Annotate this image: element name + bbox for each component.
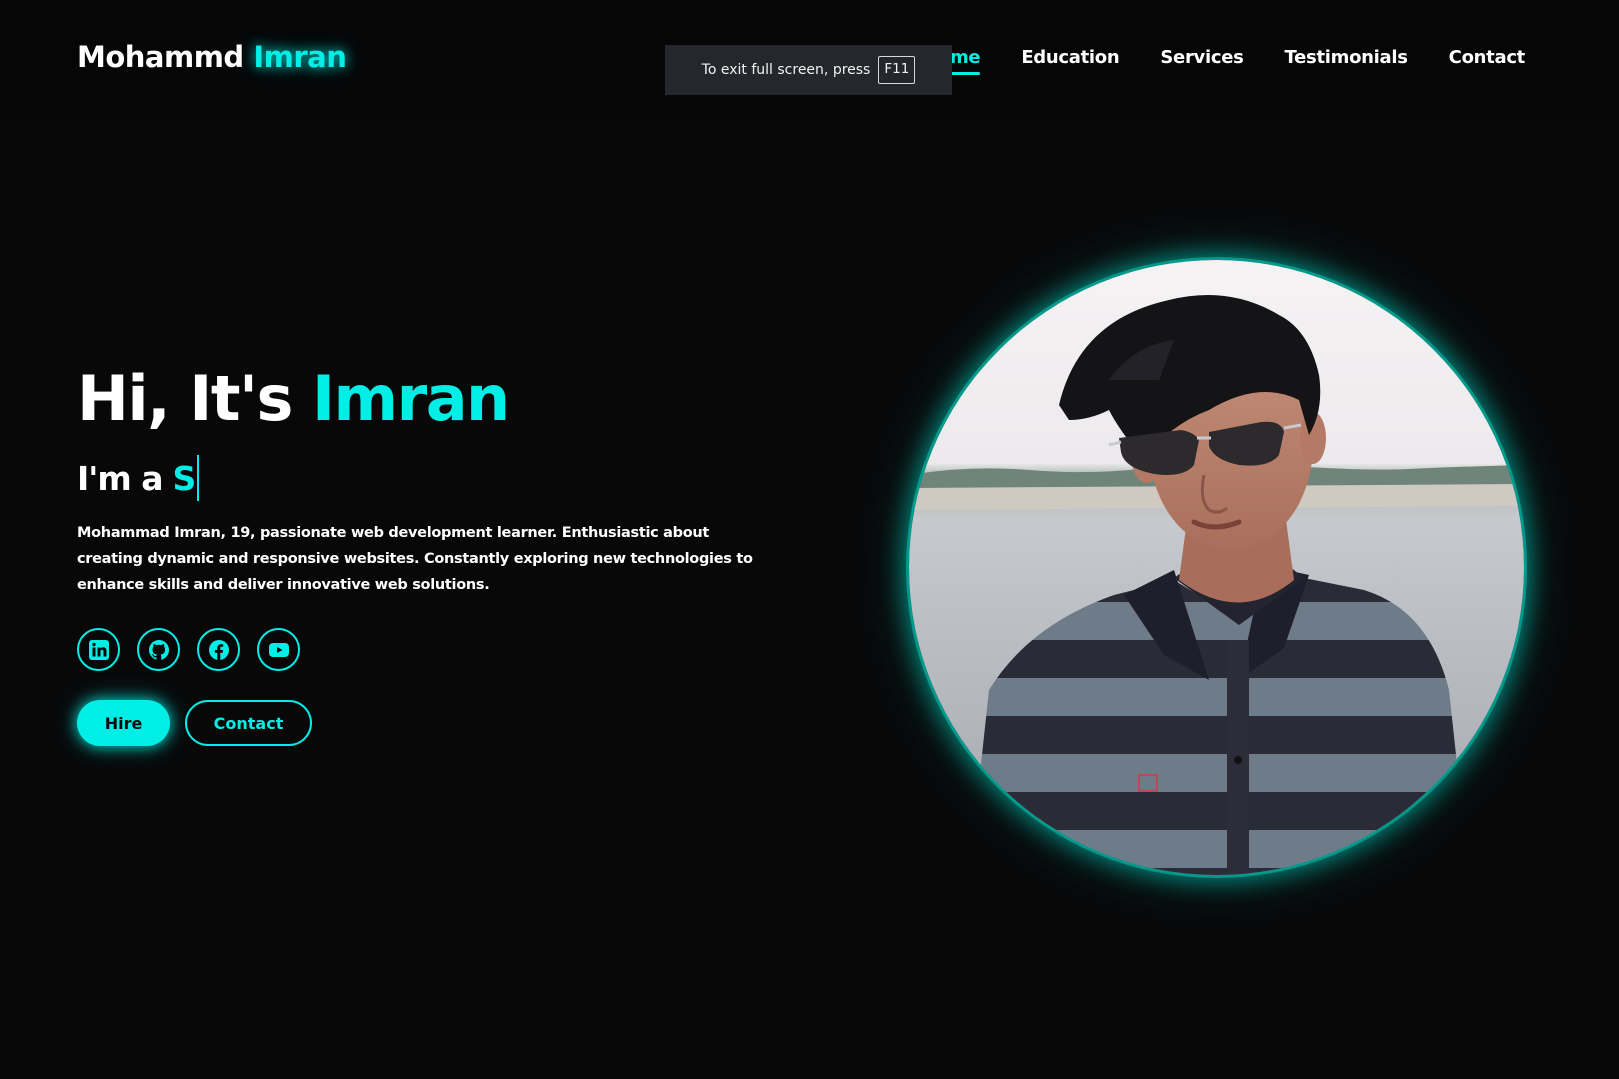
hero-role-prefix: I'm a xyxy=(77,458,164,498)
logo-first-name: Mohammd xyxy=(77,40,244,74)
social-links xyxy=(77,628,300,671)
youtube-icon xyxy=(268,642,289,657)
nav-testimonials[interactable]: Testimonials xyxy=(1285,47,1408,72)
hero-name: Imran xyxy=(311,362,510,435)
fullscreen-key-badge: F11 xyxy=(878,56,916,84)
facebook-link[interactable] xyxy=(197,628,240,671)
hire-button[interactable]: Hire xyxy=(77,700,170,746)
nav-contact[interactable]: Contact xyxy=(1449,47,1526,72)
hero-role-line: I'm a S xyxy=(77,455,200,501)
hero-title: Hi, It's Imran xyxy=(77,368,510,430)
profile-portrait-image xyxy=(909,260,1524,875)
fullscreen-notice-text: To exit full screen, press xyxy=(701,62,871,78)
main-nav: Home Education Services Testimonials Con… xyxy=(923,47,1526,75)
typing-caret xyxy=(197,455,200,501)
logo-last-name: Imran xyxy=(253,40,347,74)
nav-services[interactable]: Services xyxy=(1160,47,1243,72)
portfolio-page: Mohammd Imran Home Education Services Te… xyxy=(0,0,1619,1079)
github-link[interactable] xyxy=(137,628,180,671)
github-icon xyxy=(148,639,169,660)
youtube-link[interactable] xyxy=(257,628,300,671)
hero-greeting: Hi, It's xyxy=(77,362,293,435)
facebook-icon xyxy=(208,639,229,660)
linkedin-icon xyxy=(88,639,109,660)
hero-role-typed: S xyxy=(172,458,197,498)
nav-education[interactable]: Education xyxy=(1021,47,1119,72)
contact-button[interactable]: Contact xyxy=(185,700,312,746)
profile-photo xyxy=(909,260,1524,875)
linkedin-link[interactable] xyxy=(77,628,120,671)
hero-description: Mohammad Imran, 19, passionate web devel… xyxy=(77,525,753,593)
fullscreen-exit-notice: To exit full screen, press F11 xyxy=(665,45,952,95)
site-logo[interactable]: Mohammd Imran xyxy=(77,40,347,74)
